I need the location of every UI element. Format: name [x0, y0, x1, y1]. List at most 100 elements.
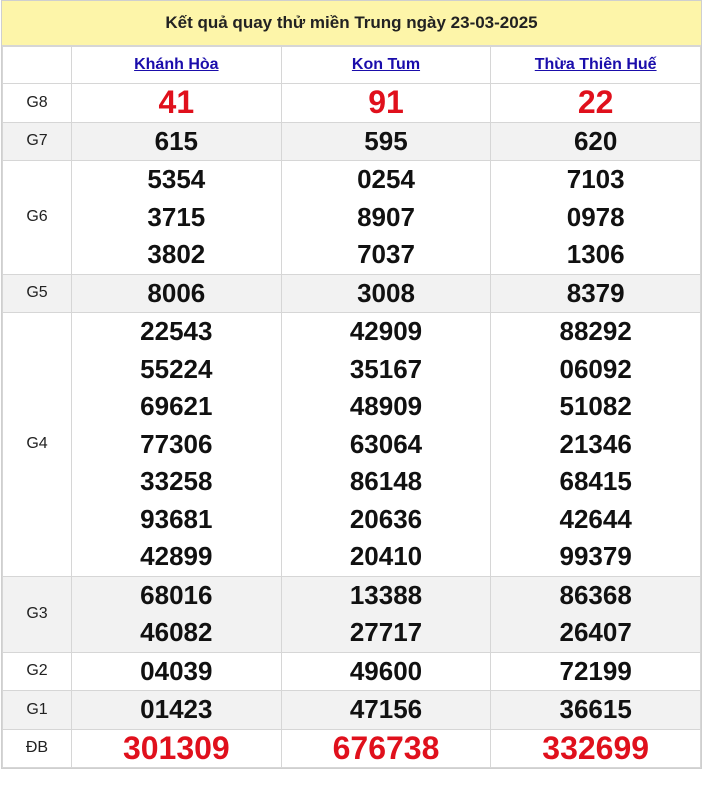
prize-number: 615 — [154, 125, 199, 156]
prize-number: 41 — [158, 84, 195, 120]
prize-label: ĐB — [2, 728, 72, 768]
prize-cell: 3008 — [280, 273, 492, 313]
prize-label: G3 — [2, 575, 72, 653]
prize-number: 91 — [368, 84, 404, 120]
prize-number: 68415 — [559, 466, 632, 496]
prize-cell: 22 — [490, 83, 701, 123]
province-header-row: Khánh Hòa Kon Tum Thừa Thiên Huế — [2, 46, 701, 84]
prize-number: 13388 — [349, 579, 423, 610]
prize-cell: 676738 — [280, 728, 492, 768]
prize-number: 26407 — [559, 617, 632, 647]
prize-number: 63064 — [349, 428, 423, 459]
prize-cell: 13388 27717 — [280, 575, 492, 653]
prize-number: 99379 — [559, 541, 632, 571]
prize-number: 88292 — [559, 316, 632, 346]
prize-row: G8 41 91 22 — [2, 83, 701, 123]
prize-number: 47156 — [349, 694, 423, 724]
province-link-thua-thien-hue[interactable]: Thừa Thiên Huế — [535, 56, 657, 73]
prize-number: 86368 — [559, 579, 632, 610]
prize-cell: 36615 — [490, 690, 701, 730]
prize-number: 5354 — [147, 164, 206, 194]
prize-number: 676738 — [332, 729, 440, 766]
prize-number: 332699 — [542, 729, 650, 766]
prize-number: 3008 — [357, 277, 415, 308]
prize-number: 55224 — [140, 353, 213, 384]
prize-label: G4 — [2, 312, 72, 577]
province-link-kon-tum[interactable]: Kon Tum — [352, 56, 420, 73]
prize-number: 46082 — [140, 617, 213, 647]
prize-number: 33258 — [140, 466, 213, 496]
prize-cell: 0254 8907 7037 — [280, 160, 492, 275]
prize-cell: 620 — [490, 121, 701, 161]
prize-cell: 68016 46082 — [71, 575, 282, 653]
prize-number: 7103 — [566, 164, 625, 194]
prize-number: 8907 — [357, 201, 415, 232]
prize-cell: 8006 — [71, 273, 282, 313]
province-header: Khánh Hòa — [71, 46, 282, 84]
prize-number: 77306 — [140, 428, 213, 459]
prize-number: 68016 — [140, 579, 213, 610]
prize-number: 21346 — [559, 428, 632, 459]
prize-cell: 47156 — [280, 690, 492, 730]
prize-number: 0254 — [357, 164, 415, 194]
prize-label: G7 — [2, 121, 72, 161]
prize-cell: 22543 55224 69621 77306 33258 93681 42899 — [71, 312, 282, 577]
header-corner — [2, 46, 72, 84]
prize-row: G6 5354 3715 3802 0254 8907 7037 7103 0978 1306 — [2, 160, 701, 275]
prize-label: G8 — [2, 83, 72, 123]
prize-number: 42909 — [349, 316, 423, 346]
prize-cell: 72199 — [490, 651, 701, 691]
results-panel: Kết quả quay thử miền Trung ngày 23-03-2… — [1, 0, 702, 769]
prize-label: G1 — [2, 690, 72, 730]
prize-cell: 86368 26407 — [490, 575, 701, 653]
prize-cell: 8379 — [490, 273, 701, 313]
prize-number: 49600 — [349, 655, 423, 686]
prize-cell: 332699 — [490, 728, 701, 768]
prize-number: 620 — [573, 125, 618, 156]
prize-number: 22 — [577, 84, 614, 120]
prize-number: 06092 — [559, 353, 632, 384]
prize-number: 42899 — [140, 541, 213, 571]
prize-label: G6 — [2, 160, 72, 275]
prize-number: 20410 — [349, 541, 423, 571]
prize-number: 301309 — [122, 729, 230, 766]
prize-cell: 615 — [71, 121, 282, 161]
prize-label: G5 — [2, 273, 72, 313]
page-title: Kết quả quay thử miền Trung ngày 23-03-2… — [2, 1, 701, 46]
prize-cell: 01423 — [71, 690, 282, 730]
prize-number: 51082 — [559, 391, 632, 421]
prize-number: 8006 — [147, 277, 206, 308]
prize-number: 20636 — [349, 503, 423, 534]
prize-number: 8379 — [566, 277, 625, 308]
prize-number: 93681 — [140, 503, 213, 534]
province-link-khanh-hoa[interactable]: Khánh Hòa — [134, 56, 218, 73]
prize-number: 0978 — [566, 201, 625, 232]
prize-number: 42644 — [559, 503, 632, 534]
prize-number: 48909 — [349, 391, 423, 421]
prize-number: 01423 — [140, 694, 213, 724]
prize-row: G5 8006 3008 8379 — [2, 273, 701, 313]
prize-row: G4 22543 55224 69621 77306 33258 93681 42899 429… — [2, 312, 701, 577]
prize-number: 04039 — [140, 655, 213, 686]
province-header: Kon Tum — [280, 46, 492, 84]
prize-row: G2 04039 49600 72199 — [2, 651, 701, 691]
prize-number: 36615 — [559, 694, 632, 724]
prize-cell: 595 — [280, 121, 492, 161]
prize-row: G7 615 595 620 — [2, 121, 701, 161]
prize-number: 35167 — [349, 353, 423, 384]
prize-cell: 91 — [280, 83, 492, 123]
prize-number: 3802 — [147, 239, 206, 269]
prize-row: ĐB 301309 676738 332699 — [2, 728, 701, 768]
prize-row: G1 01423 47156 36615 — [2, 690, 701, 730]
prize-number: 595 — [364, 125, 408, 156]
prize-number: 69621 — [140, 391, 213, 421]
prize-label: G2 — [2, 651, 72, 691]
prize-number: 1306 — [566, 239, 625, 269]
prize-number: 27717 — [349, 617, 423, 647]
province-header: Thừa Thiên Huế — [490, 46, 701, 84]
prize-number: 3715 — [147, 201, 206, 232]
prize-number: 22543 — [140, 316, 213, 346]
prize-cell: 04039 — [71, 651, 282, 691]
prize-cell: 41 — [71, 83, 282, 123]
prize-number: 86148 — [349, 466, 423, 496]
